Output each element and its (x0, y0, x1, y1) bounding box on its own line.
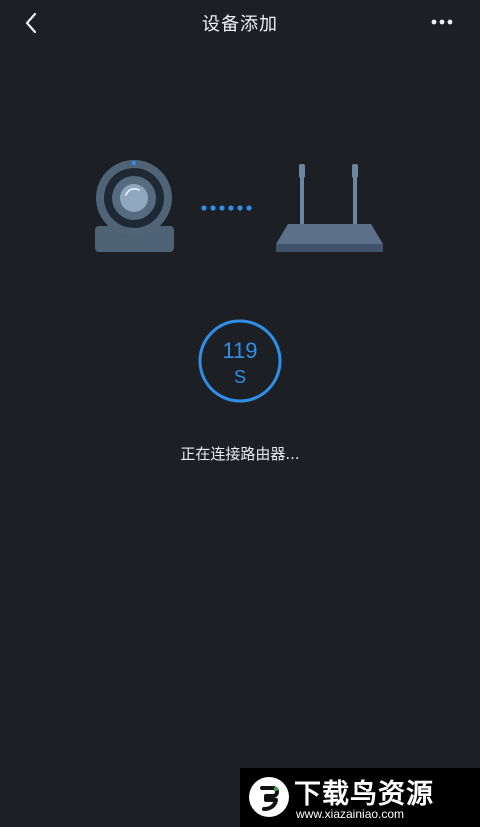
countdown-value: 119 (222, 338, 258, 363)
more-horizontal-icon (431, 19, 453, 25)
router-icon (276, 164, 383, 252)
watermark-url: www.xiazainiao.com (296, 807, 405, 821)
device-add-screen: 设备添加 119 S 正在连接路由器... 下载鸟资源 www.xiazaini… (0, 0, 480, 827)
more-button[interactable] (428, 12, 458, 32)
camera-icon (95, 160, 174, 252)
countdown-unit: S (233, 367, 246, 387)
bird-logo-icon (249, 777, 289, 817)
watermark-title: 下载鸟资源 (294, 779, 434, 810)
watermark-banner: 下载鸟资源 www.xiazainiao.com (240, 768, 480, 827)
connection-illustration (0, 140, 480, 270)
top-bar: 设备添加 (0, 0, 480, 44)
countdown-timer: 119 S (198, 319, 282, 403)
page-title: 设备添加 (202, 14, 278, 35)
connection-status: 正在连接路由器... (180, 445, 300, 463)
dotted-connection-icon (201, 205, 252, 211)
